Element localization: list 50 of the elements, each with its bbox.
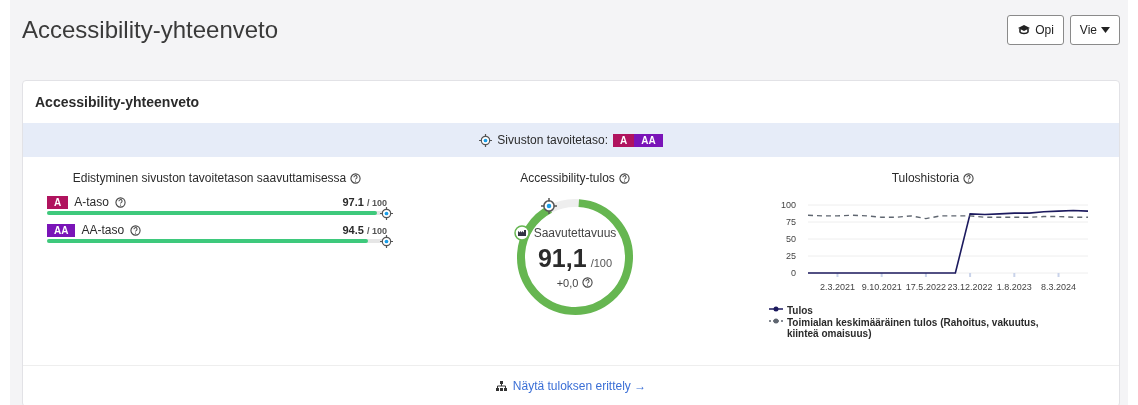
target-icon	[479, 133, 493, 147]
help-icon[interactable]	[582, 277, 594, 288]
axis-label: 9.10.2021	[861, 282, 902, 292]
legend-marker	[769, 317, 783, 325]
axis-label: 100	[780, 200, 796, 210]
learn-button[interactable]: Opi	[1007, 15, 1064, 45]
card-title: Accessibility-yhteenveto	[34, 93, 201, 112]
score-label: Saavutettavuus	[533, 225, 617, 240]
level-badge: A	[613, 133, 635, 147]
target-icon	[380, 235, 393, 248]
axis-label: 0	[791, 268, 796, 278]
section-title: Accessibility-tulos	[520, 171, 615, 185]
score-change: +0,0	[556, 276, 579, 289]
help-icon[interactable]	[114, 196, 126, 208]
caret-icon	[1101, 27, 1110, 33]
axis-label: 17.5.2022	[905, 282, 946, 292]
axis-label: 8.3.2024	[1041, 282, 1077, 292]
legend-label[interactable]: Tulos	[787, 305, 813, 316]
breakdown-link[interactable]: Näytä tuloksen erittely →	[512, 379, 647, 393]
section-title: Edistyminen sivuston tavoitetason saavuttamisessa	[72, 171, 347, 185]
level-score: 97.1 / 100	[342, 196, 387, 208]
graduation-cap-icon	[1017, 24, 1032, 36]
level-label: AA-taso	[81, 223, 125, 237]
section-title: Tuloshistoria	[891, 171, 960, 185]
help-icon[interactable]	[350, 172, 362, 184]
axis-label: 2.3.2021	[819, 282, 855, 292]
target-icon	[541, 198, 557, 214]
page-title: Accessibility-yhteenveto	[22, 16, 279, 44]
help-icon[interactable]	[130, 224, 142, 236]
axis-label: 75	[786, 217, 796, 227]
score-max: /100	[590, 256, 613, 269]
level-badge: A	[47, 195, 69, 209]
help-icon[interactable]	[618, 172, 630, 184]
target-level-label: Sivuston tavoitetaso:	[497, 133, 608, 147]
axis-label: 25	[786, 251, 796, 261]
axis-label: 23.12.2022	[947, 282, 993, 292]
level-score: 94.5 / 100	[342, 224, 387, 236]
help-icon[interactable]	[963, 172, 975, 184]
export-menu-button[interactable]: Vie	[1069, 15, 1120, 45]
level-label: A-taso	[74, 195, 109, 209]
axis-label: 50	[786, 234, 796, 244]
axis-label: 1.8.2023	[996, 282, 1032, 292]
legend-marker	[769, 305, 783, 313]
score-value: 91,1	[537, 243, 587, 273]
target-icon	[380, 207, 393, 220]
level-badge: AA	[47, 223, 76, 237]
legend-label[interactable]: Toimialan keskimääräinen tulos (Rahoitus, vakuutus, kiinteä omaisuus)	[787, 317, 1067, 339]
hierarchy-icon	[495, 381, 507, 391]
level-badge: AA	[634, 133, 663, 147]
factory-icon	[514, 225, 530, 241]
